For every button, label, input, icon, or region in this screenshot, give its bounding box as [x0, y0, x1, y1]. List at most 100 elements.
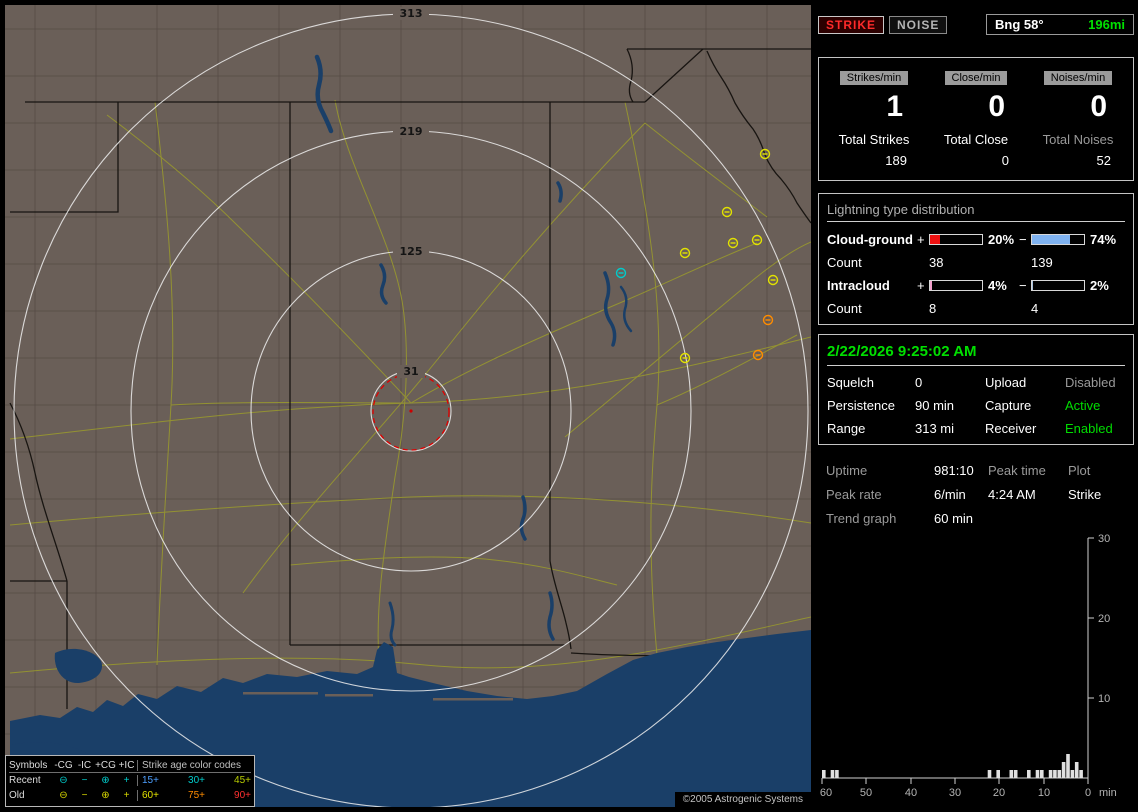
- topbar: STRIKE NOISE Bng 58° 196mi: [818, 14, 1134, 35]
- neg-cg-old-icon: ⊖: [59, 790, 68, 801]
- intracloud-label: Intracloud: [827, 278, 890, 293]
- persistence-label: Persistence: [827, 398, 895, 413]
- neg-ic-old-icon: −: [81, 790, 88, 801]
- bearing-box: Bng 58° 196mi: [986, 14, 1134, 35]
- upload-status: Disabled: [1065, 375, 1116, 390]
- legend-old-row: Old ⊖ − ⊕ + 60+ 75+ 90+: [9, 788, 251, 803]
- ring-label-313: 313: [400, 7, 423, 20]
- pos-ic-recent-icon: +: [123, 775, 130, 786]
- legend-col-neg-cg: -CG: [54, 759, 73, 771]
- noises-per-min-value: 0: [1090, 90, 1107, 123]
- pos-cg-recent-icon: ⊕: [101, 775, 110, 786]
- x-tick-30: 30: [949, 787, 961, 799]
- status-grid: Squelch 0 Upload Disabled Persistence 90…: [827, 375, 1125, 436]
- legend-recent-ages: 15+ 30+ 45+: [137, 775, 251, 786]
- status-panel: 2/22/2026 9:25:02 AM Squelch 0 Upload Di…: [818, 334, 1134, 445]
- plus-sign: +: [917, 278, 925, 293]
- ring-label-31: 31: [403, 365, 418, 378]
- legend-col-pos-cg: +CG: [95, 759, 116, 771]
- noise-toggle-button[interactable]: NOISE: [889, 15, 948, 34]
- trend-graph-panel: 30 20 10 60 50 40 30 20 10 0 min: [818, 530, 1134, 807]
- close-column: Close/min 0 Total Close 0: [925, 68, 1027, 168]
- ring-label-125: 125: [400, 245, 423, 258]
- legend-old-label: Old: [9, 790, 25, 801]
- range-label: Range: [827, 421, 866, 436]
- neg-ic-recent-icon: −: [81, 775, 88, 786]
- legend-col-neg-ic: -IC: [77, 759, 92, 771]
- cg-plus-pct: 20%: [988, 232, 1015, 247]
- peaktime-label: Peak time: [988, 463, 1046, 478]
- total-close-label: Total Close: [943, 132, 1009, 147]
- x-tick-50: 50: [860, 787, 872, 799]
- x-unit-label: min: [1099, 787, 1117, 799]
- receiver-label: Receiver: [985, 421, 1037, 436]
- trend-bars: [822, 754, 1083, 778]
- y-tick-30: 30: [1098, 533, 1110, 545]
- cg-minus-count: 139: [1031, 255, 1053, 270]
- cloud-ground-label: Cloud-ground: [827, 232, 913, 247]
- upload-label: Upload: [985, 375, 1027, 390]
- squelch-label: Squelch: [827, 375, 874, 390]
- x-tick-20: 20: [993, 787, 1005, 799]
- cg-minus-pct: 74%: [1090, 232, 1117, 247]
- ic-minus-count: 4: [1031, 301, 1039, 316]
- close-per-min-header: Close/min: [944, 71, 1008, 85]
- map-canvas[interactable]: 313 219 125 31: [5, 5, 811, 807]
- cg-plus-count: 38: [929, 255, 944, 270]
- trend-label: Trend graph: [826, 511, 897, 526]
- legend-symbols-header: Symbols: [9, 759, 48, 771]
- neg-cg-recent-icon: ⊖: [59, 775, 68, 786]
- ic-plus-bar: [929, 280, 983, 291]
- session-grid: Uptime 981:10 Peak time Plot Peak rate 6…: [826, 463, 1126, 526]
- uptime-value: 981:10: [934, 463, 974, 478]
- legend-recent-row: Recent ⊖ − ⊕ + 15+ 30+ 45+: [9, 773, 251, 788]
- age-45: 45+: [234, 775, 251, 786]
- strikes-per-min-header: Strikes/min: [839, 71, 909, 85]
- strike-toggle-button[interactable]: STRIKE: [818, 15, 885, 34]
- strikes-per-min-value: 1: [886, 90, 903, 123]
- copyright-text: ©2005 Astrogenic Systems: [674, 792, 811, 807]
- map-legend: Symbols -CG -IC +CG +IC Strike age color…: [5, 755, 255, 807]
- x-tick-10: 10: [1038, 787, 1050, 799]
- legend-col-pos-ic: +IC: [118, 759, 135, 771]
- legend-header-row: Symbols -CG -IC +CG +IC Strike age color…: [9, 758, 251, 773]
- ic-plus-count: 8: [929, 301, 937, 316]
- ic-minus-bar: [1031, 280, 1085, 291]
- peakrate-value: 6/min: [934, 487, 966, 502]
- trend-window-value: 60 min: [934, 511, 974, 526]
- rates-panel: Strikes/min 1 Total Strikes 189 Close/mi…: [818, 57, 1134, 181]
- distribution-grid: Cloud-ground + 20% − 74% Count 38 139 In…: [827, 232, 1125, 316]
- sidebar: STRIKE NOISE Bng 58° 196mi Strikes/min 1…: [818, 5, 1134, 807]
- cg-plus-bar: [929, 234, 983, 245]
- age-30: 30+: [188, 775, 205, 786]
- trend-graph: 30 20 10 60 50 40 30 20 10 0 min: [820, 533, 1117, 799]
- squelch-value: 0: [915, 375, 923, 390]
- noises-column: Noises/min 0 Total Noises 52: [1027, 68, 1129, 168]
- age-90: 90+: [234, 790, 251, 801]
- map-display[interactable]: 313 219 125 31 Symbols -CG -IC +CG +IC S…: [5, 5, 811, 807]
- receiver-status: Enabled: [1065, 421, 1113, 436]
- receiver-marker: [409, 409, 413, 413]
- peakrate-label: Peak rate: [826, 487, 882, 502]
- close-per-min-value: 0: [988, 90, 1005, 123]
- y-tick-20: 20: [1098, 613, 1110, 625]
- distribution-title: Lightning type distribution: [827, 202, 1125, 222]
- total-noises-value: 52: [1096, 153, 1111, 168]
- legend-age-header: Strike age color codes: [137, 759, 251, 771]
- cg-minus-bar: [1031, 234, 1085, 245]
- count-label: Count: [827, 255, 862, 270]
- datetime-display: 2/22/2026 9:25:02 AM: [827, 343, 1125, 366]
- plus-sign: +: [917, 232, 925, 247]
- distribution-panel: Lightning type distribution Cloud-ground…: [818, 193, 1134, 325]
- strikes-column: Strikes/min 1 Total Strikes 189: [823, 68, 925, 168]
- age-60: 60+: [142, 790, 159, 801]
- ic-plus-pct: 4%: [988, 278, 1007, 293]
- pos-cg-old-icon: ⊕: [101, 790, 110, 801]
- ic-minus-pct: 2%: [1090, 278, 1109, 293]
- legend-old-ages: 60+ 75+ 90+: [137, 790, 251, 801]
- capture-status: Active: [1065, 398, 1101, 413]
- count-label: Count: [827, 301, 862, 316]
- distance-value: 196mi: [1088, 17, 1125, 32]
- capture-label: Capture: [985, 398, 1032, 413]
- session-panel: Uptime 981:10 Peak time Plot Peak rate 6…: [818, 455, 1134, 526]
